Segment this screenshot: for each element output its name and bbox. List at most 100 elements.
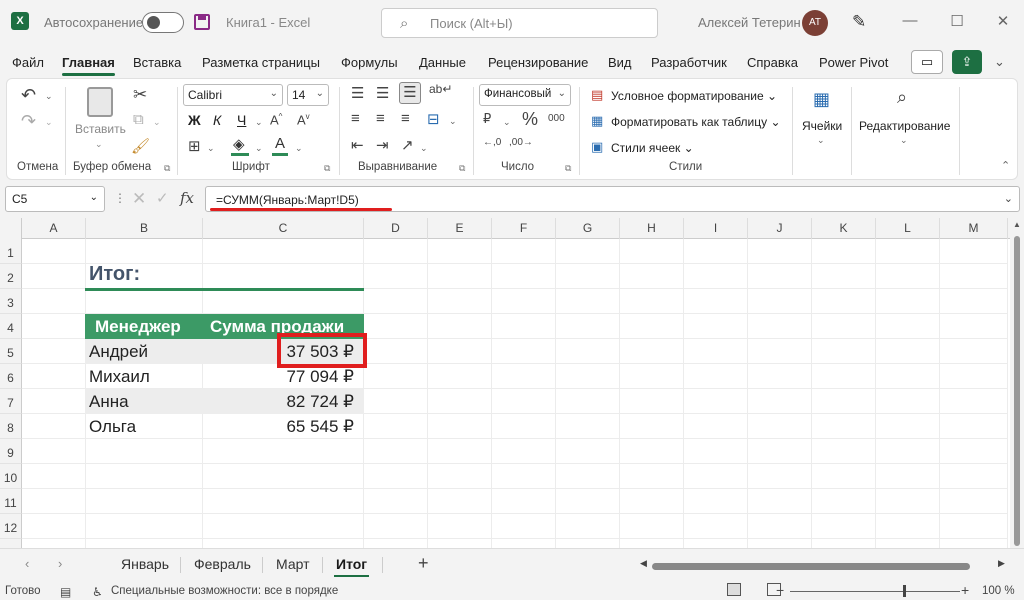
horizontal-scrollbar[interactable] <box>652 563 970 570</box>
row-header[interactable]: 6 <box>0 364 22 389</box>
editing-button[interactable]: Редактирование <box>859 119 950 133</box>
table-row[interactable]: Ольга 65 545 ₽ <box>85 414 364 439</box>
vertical-scrollbar[interactable]: ▲ <box>1010 218 1024 548</box>
autosave-toggle[interactable] <box>142 12 184 33</box>
currency-dropdown-icon[interactable]: ⌄ <box>503 117 511 128</box>
number-format-select[interactable]: Финансовый ⌄ <box>479 84 571 106</box>
increase-decimal-icon[interactable]: ←,0 <box>483 137 501 148</box>
row-header[interactable]: 9 <box>0 439 22 464</box>
font-name-select[interactable]: Calibri ⌄ <box>183 84 283 106</box>
clipboard-launcher-icon[interactable]: ⧉ <box>164 163 170 174</box>
chevron-down-icon[interactable]: ⌄ <box>1004 192 1013 205</box>
row-header[interactable]: 2 <box>0 264 22 289</box>
more-options-icon[interactable]: ⌄ <box>994 54 1005 70</box>
align-bottom-icon[interactable]: ☰ <box>399 82 421 104</box>
font-launcher-icon[interactable]: ⧉ <box>324 163 330 174</box>
undo-icon[interactable]: ↶ <box>21 85 36 106</box>
sheet-tab-march[interactable]: Март <box>276 556 310 572</box>
cancel-icon[interactable]: ✕ <box>132 189 146 209</box>
redo-icon[interactable]: ↷ <box>21 111 36 132</box>
save-icon[interactable] <box>194 14 210 30</box>
editing-dropdown-icon[interactable]: ⌄ <box>900 135 908 146</box>
user-name[interactable]: Алексей Тетерин <box>698 15 801 30</box>
table-row[interactable]: Анна 82 724 ₽ <box>85 389 364 414</box>
name-box[interactable]: C5 ⌄ <box>5 186 105 212</box>
bold-button[interactable]: Ж <box>188 112 201 128</box>
column-header[interactable]: A <box>22 218 86 239</box>
decrease-decimal-icon[interactable]: ,00→ <box>509 137 533 148</box>
redo-dropdown-icon[interactable]: ⌄ <box>45 117 53 128</box>
row-header[interactable]: 4 <box>0 314 22 339</box>
number-launcher-icon[interactable]: ⧉ <box>565 163 571 174</box>
zoom-level[interactable]: 100 % <box>982 585 1015 597</box>
accessibility-status[interactable]: Специальные возможности: все в порядке <box>111 585 338 597</box>
format-as-table-button[interactable]: Форматировать как таблицу ⌄ <box>611 115 781 129</box>
merge-center-icon[interactable]: ⊟ <box>427 110 440 128</box>
copy-dropdown-icon[interactable]: ⌄ <box>153 117 161 128</box>
increase-indent-icon[interactable]: ⇥ <box>376 136 389 154</box>
underline-dropdown-icon[interactable]: ⌄ <box>255 117 263 128</box>
select-all-corner[interactable] <box>0 218 22 239</box>
avatar[interactable]: АТ <box>802 10 828 36</box>
column-header[interactable]: B <box>86 218 203 239</box>
share-icon[interactable]: ⇪ <box>952 50 982 74</box>
row-header[interactable]: 3 <box>0 289 22 314</box>
next-sheet-icon[interactable]: › <box>58 556 62 571</box>
tab-help[interactable]: Справка <box>747 55 798 70</box>
close-icon[interactable]: ✕ <box>993 12 1013 30</box>
cells-icon[interactable]: ▦ <box>813 89 830 110</box>
sheet-tab-january[interactable]: Январь <box>121 556 169 572</box>
paste-icon[interactable] <box>87 87 113 117</box>
column-header[interactable]: H <box>620 218 684 239</box>
scrollbar-thumb[interactable] <box>1014 236 1020 546</box>
borders-icon[interactable]: ⊞ <box>188 137 201 155</box>
row-header[interactable]: 1 <box>0 239 22 264</box>
worksheet-grid[interactable]: ABCDEFGHIJKLM 12345678910111213 Итог: Ме… <box>0 218 1024 548</box>
zoom-slider[interactable] <box>790 591 960 592</box>
search-box[interactable]: ⌕ Поиск (Alt+Ы) <box>381 8 658 38</box>
tab-formulas[interactable]: Формулы <box>341 55 398 70</box>
thousands-separator-icon[interactable]: 000 <box>548 113 565 124</box>
format-painter-icon[interactable]: 🖌 <box>131 137 150 155</box>
merge-dropdown-icon[interactable]: ⌄ <box>449 116 457 127</box>
fill-color-dropdown-icon[interactable]: ⌄ <box>255 143 263 154</box>
scroll-left-icon[interactable]: ◀ <box>640 558 647 569</box>
scroll-right-icon[interactable]: ▶ <box>998 558 1005 569</box>
normal-view-icon[interactable] <box>727 583 741 596</box>
row-header[interactable]: 11 <box>0 489 22 514</box>
row-header[interactable]: 7 <box>0 389 22 414</box>
tab-review[interactable]: Рецензирование <box>488 55 588 70</box>
cells-dropdown-icon[interactable]: ⌄ <box>817 135 825 146</box>
tab-developer[interactable]: Разработчик <box>651 55 727 70</box>
column-header[interactable]: L <box>876 218 940 239</box>
column-header[interactable]: K <box>812 218 876 239</box>
pen-icon[interactable]: ✎ <box>852 12 866 32</box>
sheet-tab-total[interactable]: Итог <box>333 556 370 577</box>
add-sheet-icon[interactable]: + <box>418 553 429 574</box>
sheet-tab-february[interactable]: Февраль <box>194 556 251 572</box>
column-header[interactable]: I <box>684 218 748 239</box>
font-grow-icon[interactable]: A^ <box>270 112 282 127</box>
tab-data[interactable]: Данные <box>419 55 466 70</box>
align-left-icon[interactable]: ≡ <box>351 110 360 127</box>
align-center-icon[interactable]: ≡ <box>376 110 385 127</box>
align-right-icon[interactable]: ≡ <box>401 110 410 127</box>
tab-insert[interactable]: Вставка <box>133 55 181 70</box>
cut-icon[interactable]: ✂ <box>133 85 147 105</box>
underline-button[interactable]: Ч <box>237 112 246 128</box>
find-icon[interactable]: ⌕ <box>897 87 907 108</box>
column-header[interactable]: D <box>364 218 428 239</box>
row-header[interactable]: 12 <box>0 514 22 539</box>
accessibility-icon[interactable]: ♿ <box>92 585 103 599</box>
orientation-icon[interactable]: ↗ <box>401 136 414 154</box>
font-size-select[interactable]: 14 ⌄ <box>287 84 329 106</box>
insert-function-icon[interactable]: fx <box>180 189 194 207</box>
column-header[interactable]: M <box>940 218 1008 239</box>
font-color-icon[interactable]: A <box>272 135 288 156</box>
italic-button[interactable]: К <box>213 112 221 128</box>
column-header[interactable]: J <box>748 218 812 239</box>
wrap-text-icon[interactable]: ab↵ <box>429 82 452 96</box>
row-header[interactable]: 8 <box>0 414 22 439</box>
font-shrink-icon[interactable]: Av <box>297 112 310 127</box>
collapse-ribbon-icon[interactable]: ⌃ <box>1001 159 1010 172</box>
